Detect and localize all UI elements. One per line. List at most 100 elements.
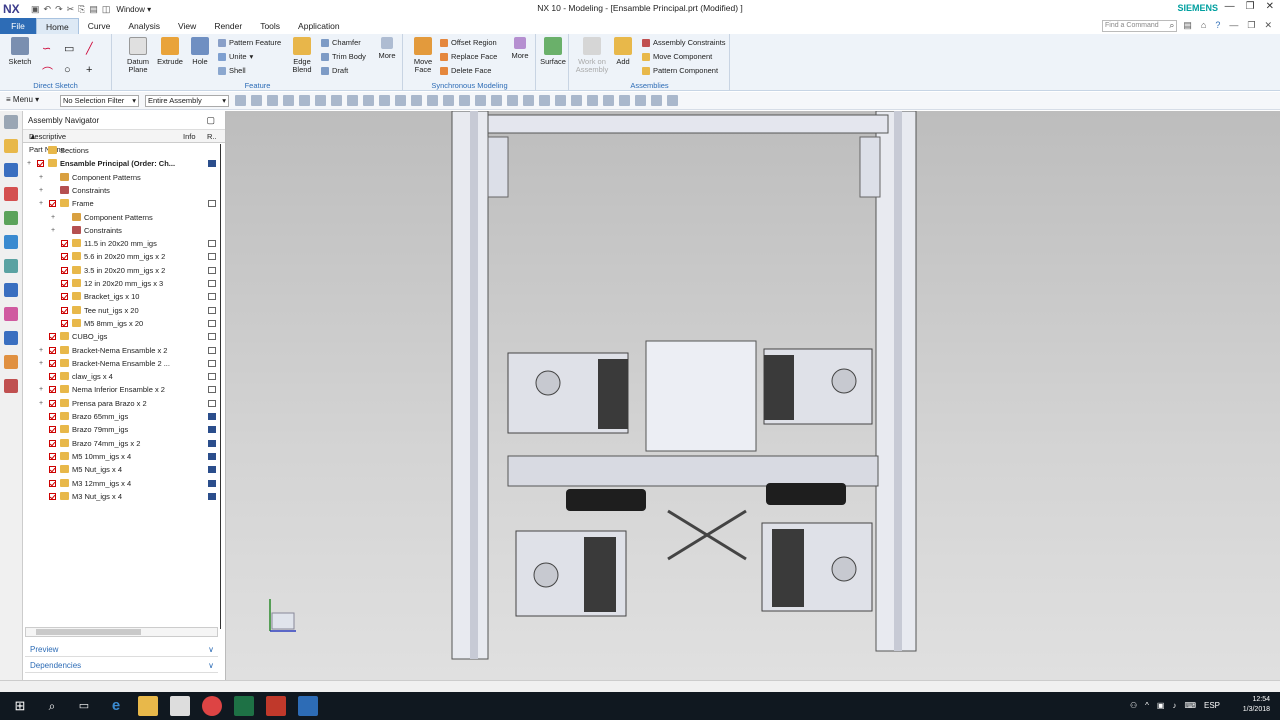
column-name-header[interactable]: Descriptive Part Name ▲ <box>29 130 66 154</box>
selection-tool-icon[interactable] <box>491 95 502 106</box>
chamfer-button[interactable]: Chamfer <box>321 38 361 47</box>
constraint-navigator-icon[interactable] <box>4 163 18 177</box>
tree-node[interactable]: + Component Patterns <box>25 211 220 224</box>
selection-tool-icon[interactable] <box>363 95 374 106</box>
restore-icon[interactable]: ❐ <box>1247 20 1255 31</box>
work-on-assembly-button[interactable]: Work on Assembly <box>574 37 610 74</box>
palette-icon[interactable] <box>4 379 18 393</box>
chrome-icon[interactable] <box>202 696 222 716</box>
file-explorer-icon[interactable] <box>138 696 158 716</box>
selection-tool-icon[interactable] <box>379 95 390 106</box>
trim-body-button[interactable]: Trim Body <box>321 52 366 61</box>
save-state-icon[interactable] <box>208 492 216 500</box>
save-state-icon[interactable] <box>208 426 216 434</box>
selection-tool-icon[interactable] <box>523 95 534 106</box>
tree-node[interactable]: + Component Patterns <box>25 171 220 184</box>
datum-plane-button[interactable]: Datum Plane <box>125 37 151 74</box>
line-icon[interactable]: ╱ <box>86 42 93 55</box>
tree-node[interactable]: 11.5 in 20x20 mm_igs <box>25 237 220 250</box>
selection-tool-icon[interactable] <box>283 95 294 106</box>
sync-more-button[interactable]: More <box>508 37 532 60</box>
network-icon[interactable]: ▣ <box>1157 701 1165 710</box>
visibility-checkbox[interactable] <box>61 319 68 327</box>
reference-set-box[interactable] <box>208 359 216 367</box>
windows-start-icon[interactable]: ⊞ <box>10 696 30 716</box>
copy-icon[interactable]: ⎘ <box>78 4 85 15</box>
rectangle-icon[interactable]: ▭ <box>64 42 74 55</box>
scope-select[interactable]: Entire Assembly ▾ <box>145 95 229 107</box>
visibility-checkbox[interactable] <box>49 386 56 394</box>
move-face-button[interactable]: Move Face <box>409 37 437 74</box>
home-icon[interactable]: ⌂ <box>1201 20 1206 31</box>
visibility-checkbox[interactable] <box>49 479 56 487</box>
selection-tool-icon[interactable] <box>267 95 278 106</box>
clock-icon[interactable] <box>4 283 18 297</box>
save-state-icon[interactable] <box>208 439 216 447</box>
visibility-checkbox[interactable] <box>49 466 56 474</box>
reference-set-box[interactable] <box>208 346 216 354</box>
visibility-checkbox[interactable] <box>49 426 56 434</box>
tree-node[interactable]: 12 in 20x20 mm_igs x 3 <box>25 277 220 290</box>
move-component-button[interactable]: Move Component <box>642 52 712 61</box>
command-search-input[interactable]: Find a Command <box>1102 20 1177 32</box>
visibility-checkbox[interactable] <box>37 160 44 168</box>
paste-icon[interactable]: ▤ <box>89 4 98 15</box>
pattern-feature-button[interactable]: Pattern Feature <box>218 38 281 47</box>
window-switch-icon[interactable]: ◫ <box>102 4 111 15</box>
column-info-header[interactable]: Info <box>183 130 196 143</box>
visibility-checkbox[interactable] <box>49 333 56 341</box>
reference-set-box[interactable] <box>208 319 216 327</box>
people-icon[interactable]: ⚇ <box>1130 701 1137 710</box>
expand-toggle-icon[interactable]: + <box>39 344 43 357</box>
assembly-constraints-button[interactable]: Assembly Constraints <box>642 38 726 47</box>
visibility-checkbox[interactable] <box>61 306 68 314</box>
visibility-checkbox[interactable] <box>49 399 56 407</box>
reference-set-box[interactable] <box>208 386 216 394</box>
tree-node[interactable]: Bracket_igs x 10 <box>25 290 220 303</box>
save-state-icon[interactable] <box>208 479 216 487</box>
tree-node[interactable]: CUBO_igs <box>25 330 220 343</box>
selection-tool-icon[interactable] <box>347 95 358 106</box>
expand-toggle-icon[interactable]: + <box>39 171 43 184</box>
chevron-up-icon[interactable]: ^ <box>1145 701 1149 710</box>
tree-node[interactable]: + Bracket-Nema Ensamble 2 ... <box>25 357 220 370</box>
arc2-icon[interactable]: ⌒ <box>42 64 53 80</box>
selection-tool-icon[interactable] <box>603 95 614 106</box>
selection-tool-icon[interactable] <box>667 95 678 106</box>
selection-tool-icon[interactable] <box>459 95 470 106</box>
circle-icon[interactable]: ○ <box>64 64 71 76</box>
unite-button[interactable]: Unite ▾ <box>218 52 253 61</box>
close-icon[interactable]: ✕ <box>1266 1 1274 12</box>
visibility-checkbox[interactable] <box>49 359 56 367</box>
save-state-icon[interactable] <box>208 160 216 168</box>
reference-set-box[interactable] <box>208 306 216 314</box>
selection-tool-icon[interactable] <box>619 95 630 106</box>
tree-node[interactable]: claw_igs x 4 <box>25 370 220 383</box>
minimize-icon[interactable]: — <box>1225 1 1235 12</box>
expand-toggle-icon[interactable]: + <box>39 397 43 410</box>
undo-icon[interactable]: ↶ <box>44 4 52 15</box>
tree-node[interactable]: + Constraints <box>25 224 220 237</box>
expand-toggle-icon[interactable]: + <box>39 197 43 210</box>
expand-toggle-icon[interactable]: + <box>27 157 31 170</box>
restore-icon[interactable]: ❐ <box>1246 1 1255 12</box>
tree-node[interactable]: M5 Nut_igs x 4 <box>25 463 220 476</box>
selection-tool-icon[interactable] <box>539 95 550 106</box>
expand-toggle-icon[interactable]: + <box>39 383 43 396</box>
selection-tool-icon[interactable] <box>443 95 454 106</box>
system-scene-icon[interactable] <box>4 355 18 369</box>
visibility-checkbox[interactable] <box>61 280 68 287</box>
reuse-library-icon[interactable] <box>4 211 18 225</box>
tree-node[interactable]: M3 Nut_igs x 4 <box>25 490 220 503</box>
delete-face-button[interactable]: Delete Face <box>440 66 491 75</box>
tree-node[interactable]: Sections <box>25 144 220 157</box>
scroll-thumb[interactable] <box>36 629 141 635</box>
tab-curve[interactable]: Curve <box>79 18 120 34</box>
nx-app-icon[interactable] <box>298 696 318 716</box>
visibility-checkbox[interactable] <box>49 413 56 420</box>
part-navigator-icon[interactable] <box>4 187 18 201</box>
tree-node[interactable]: Brazo 65mm_igs <box>25 410 220 423</box>
offset-region-button[interactable]: Offset Region <box>440 38 497 47</box>
excel-icon[interactable] <box>234 696 254 716</box>
search-icon[interactable]: ⌕ <box>1169 20 1174 31</box>
